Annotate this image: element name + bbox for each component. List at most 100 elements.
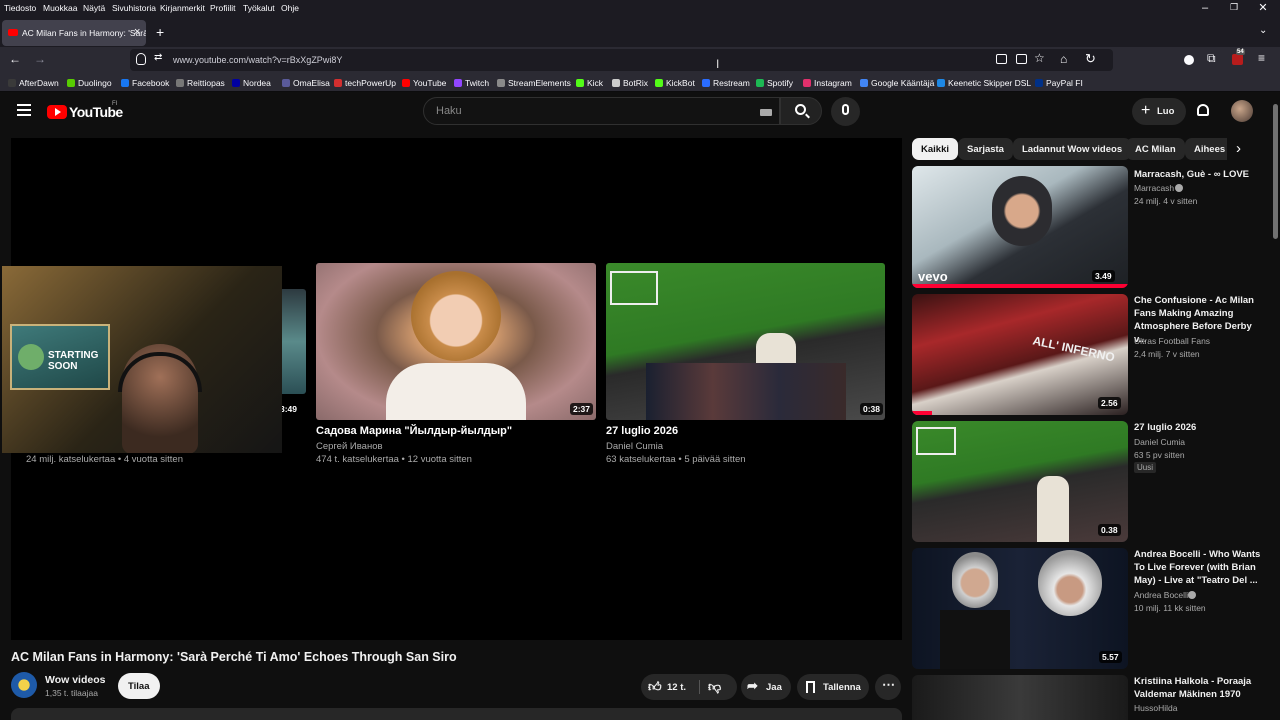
reader-view-icon[interactable] <box>1016 54 1027 64</box>
close-window-icon[interactable]: ✕ <box>1256 1 1270 14</box>
scrollbar-thumb[interactable] <box>1273 104 1278 239</box>
list-tabs-chevron-down-icon[interactable]: ⌄ <box>1259 25 1267 36</box>
play-triangle-icon <box>55 108 61 116</box>
bookmark-icon <box>806 681 815 693</box>
account-icon[interactable] <box>1184 55 1194 65</box>
chip-topics[interactable]: Aihees <box>1185 138 1227 160</box>
recommendation-title[interactable]: 27 luglio 2026 <box>1134 421 1262 434</box>
recommendation-thumbnail[interactable] <box>912 675 1128 720</box>
video-player[interactable]: 3:49 24 milj. katselukertaa • 4 vuotta s… <box>2 138 902 640</box>
site-permissions-icon[interactable]: ⇄ <box>154 52 162 63</box>
forward-arrow-icon[interactable]: → <box>34 52 46 66</box>
recommendation-thumbnail[interactable]: ALL' INFERNO 2.56 <box>912 294 1128 415</box>
menu-tools[interactable]: Työkalut <box>243 3 275 13</box>
bookmark-star-icon[interactable]: ☆ <box>1034 51 1045 65</box>
recommendation-thumbnail[interactable]: 0.38 <box>912 421 1128 542</box>
bookmark-item[interactable]: Kick <box>576 78 603 88</box>
channel-avatar[interactable] <box>11 672 37 698</box>
bookmark-item[interactable]: Keenetic Skipper DSL <box>937 78 1031 88</box>
chip-all[interactable]: Kaikki <box>912 138 958 160</box>
page-scrollbar[interactable] <box>1271 92 1280 720</box>
youtube-favicon-icon <box>8 29 18 36</box>
more-actions-button[interactable]: ⋯ <box>875 674 901 700</box>
recommendation-channel[interactable]: Andrea Bocelli <box>1134 590 1189 600</box>
recommendation-channel[interactable]: Marracash <box>1134 183 1174 193</box>
menu-help[interactable]: Ohje <box>281 3 299 13</box>
like-button[interactable]: 👍︎ 12 t. <box>641 674 699 700</box>
recommendation-channel[interactable]: Ultras Football Fans <box>1134 336 1210 346</box>
recommendation-channel[interactable]: Daniel Cumia <box>1134 437 1185 447</box>
menu-bookmarks[interactable]: Kirjanmerkit <box>160 3 205 13</box>
minimize-icon[interactable]: – <box>1198 2 1212 14</box>
bookmark-item[interactable]: Nordea <box>232 78 271 88</box>
bookmark-label: YouTube <box>413 78 447 88</box>
search-button[interactable] <box>780 97 822 125</box>
chip-uploaded-by[interactable]: Ladannut Wow videos <box>1013 138 1132 160</box>
recommendation-channel[interactable]: HussoHilda <box>1134 703 1177 713</box>
bookmark-item[interactable]: Google Kääntäjä <box>860 78 934 88</box>
menu-file[interactable]: Tiedosto <box>4 3 36 13</box>
create-button[interactable]: + Luo <box>1132 98 1186 125</box>
hamburger-menu-icon[interactable] <box>17 104 31 106</box>
url-text[interactable]: www.youtube.com/watch?v=rBxXgZPwi8Y <box>173 55 342 65</box>
url-bar[interactable]: ⇄ www.youtube.com/watch?v=rBxXgZPwi8Y ☆ <box>130 49 1113 71</box>
search-placeholder: Haku <box>436 105 462 117</box>
bookmark-item[interactable]: Restream <box>702 78 750 88</box>
menu-history[interactable]: Sivuhistoria <box>112 3 156 13</box>
bookmark-item[interactable]: OmaElisa <box>282 78 330 88</box>
description-box[interactable] <box>11 708 902 720</box>
verified-check-icon <box>1175 184 1183 192</box>
app-menu-icon[interactable]: ≡ <box>1258 51 1265 65</box>
chip-series[interactable]: Sarjasta <box>958 138 1013 160</box>
restore-icon[interactable]: ❐ <box>1227 2 1241 13</box>
bookmark-item[interactable]: Facebook <box>121 78 169 88</box>
menu-edit[interactable]: Muokkaa <box>43 3 78 13</box>
bookmark-item[interactable]: PayPal FI <box>1035 78 1083 88</box>
tab-close-icon[interactable]: × <box>134 26 140 38</box>
back-arrow-icon[interactable]: ← <box>9 52 21 66</box>
recommendation-title[interactable]: Andrea Bocelli - Who Wants To Live Forev… <box>1134 548 1262 587</box>
dislike-button[interactable]: 👎︎ <box>701 674 737 700</box>
ublock-extension-icon[interactable] <box>1232 54 1243 65</box>
bookmark-item[interactable]: Spotify <box>756 78 793 88</box>
voice-search-button[interactable] <box>831 97 860 126</box>
bookmark-item[interactable]: BotRix <box>612 78 648 88</box>
recommendation-title[interactable]: Kristiina Halkola - Poraaja Valdemar Mäk… <box>1134 675 1262 701</box>
keyboard-icon[interactable] <box>760 109 772 116</box>
bookmark-item[interactable]: AfterDawn <box>8 78 59 88</box>
bookmark-label: Nordea <box>243 78 271 88</box>
bookmark-item[interactable]: Reittiopas <box>176 78 225 88</box>
bookmark-label: Reittiopas <box>187 78 225 88</box>
bookmark-item[interactable]: Twitch <box>454 78 489 88</box>
picture-in-picture-icon[interactable] <box>996 54 1007 64</box>
bookmark-item[interactable]: StreamElements <box>497 78 571 88</box>
bookmark-item[interactable]: Instagram <box>803 78 852 88</box>
subscribe-button[interactable]: Tilaa <box>118 673 160 699</box>
bookmark-item[interactable]: techPowerUp <box>334 78 396 88</box>
bookmark-item[interactable]: YouTube <box>402 78 446 88</box>
extensions-puzzle-icon[interactable]: ⧉ <box>1207 51 1216 66</box>
notifications-bell-icon[interactable] <box>1197 104 1209 116</box>
share-button[interactable]: ➦ Jaa <box>741 674 791 700</box>
chip-ac-milan[interactable]: AC Milan <box>1126 138 1185 160</box>
share-arrow-icon: ➦ <box>747 678 758 693</box>
channel-name[interactable]: Wow videos <box>45 674 105 686</box>
menu-profiles[interactable]: Profiilit <box>210 3 236 13</box>
shield-icon[interactable] <box>136 53 146 65</box>
bookmark-item[interactable]: KickBot <box>655 78 695 88</box>
recommendation-thumbnail[interactable]: vevo 3.49 <box>912 166 1128 288</box>
reload-icon[interactable]: ↻ <box>1085 51 1096 67</box>
search-input[interactable]: Haku <box>423 97 780 125</box>
menu-view[interactable]: Näytä <box>83 3 105 13</box>
recommendation-stats: 10 milj. 11 kk sitten <box>1134 603 1206 613</box>
save-button[interactable]: Tallenna <box>797 674 869 700</box>
chevron-right-icon[interactable]: › <box>1236 140 1241 157</box>
recommendation-title[interactable]: Marracash, Guè - ∞ LOVE <box>1134 168 1262 181</box>
avatar[interactable] <box>1231 100 1253 122</box>
recommendation-thumbnail[interactable]: 5.57 <box>912 548 1128 669</box>
new-tab-button[interactable]: + <box>156 24 164 40</box>
home-icon[interactable]: ⌂ <box>1060 52 1067 66</box>
end-card-title: 27 luglio 2026 <box>606 425 679 437</box>
bookmark-item[interactable]: Duolingo <box>67 78 112 88</box>
tab-active[interactable]: AC Milan Fans in Harmony: 'Sarà × <box>2 20 146 46</box>
